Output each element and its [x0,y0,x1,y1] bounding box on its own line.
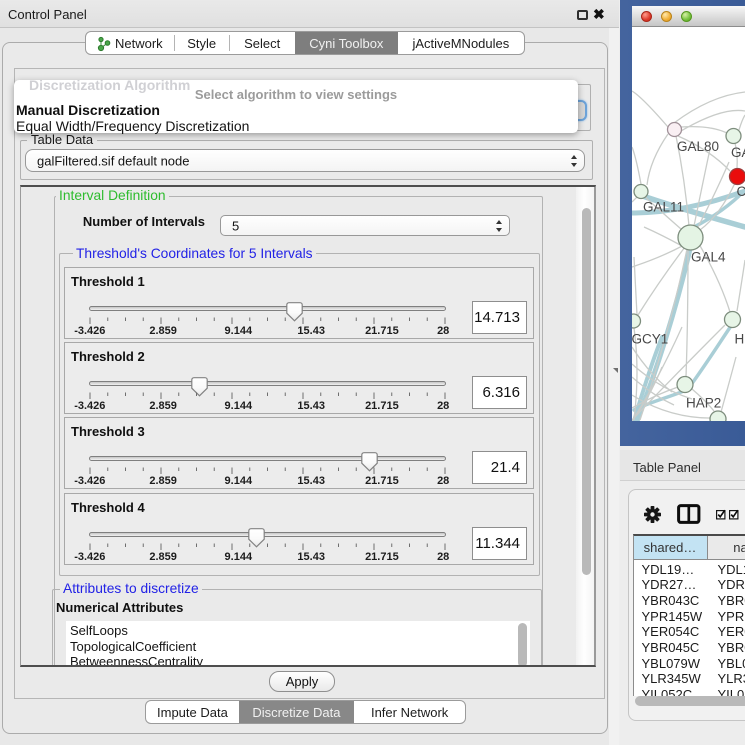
svg-text:HI: HI [735,332,745,347]
svg-text:CY: CY [737,184,745,199]
svg-text:GAL11: GAL11 [643,200,684,215]
svg-text:GAL: GAL [731,145,745,160]
svg-text:GAL4: GAL4 [691,250,726,265]
svg-text:GAL80: GAL80 [677,139,719,154]
svg-text:GCY1: GCY1 [632,332,668,347]
svg-text:HAP2: HAP2 [686,396,721,411]
